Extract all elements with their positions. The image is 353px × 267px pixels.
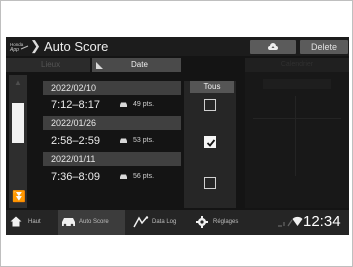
- scroll-down-icon[interactable]: ⏬: [12, 191, 26, 203]
- entry-date: 2022/01/11: [51, 154, 96, 164]
- entry-time: 2:58–2:59: [51, 135, 100, 147]
- divider: [295, 96, 296, 176]
- wifi-icon: [292, 216, 303, 226]
- upload-button[interactable]: [250, 40, 296, 54]
- check-icon: [206, 139, 216, 147]
- list-item[interactable]: 7:36–8:09 56 pts.: [43, 167, 181, 187]
- svg-text:App: App: [9, 47, 19, 53]
- tab-date[interactable]: Date: [92, 58, 181, 72]
- cloud-upload-icon: [268, 43, 278, 50]
- entry-score: 56 pts.: [133, 173, 155, 180]
- list-item[interactable]: 2:58–2:59 53 pts.: [43, 131, 181, 151]
- page-title: Auto Score: [44, 39, 109, 54]
- divider: [253, 118, 341, 119]
- nav-item-data-log[interactable]: Data Log: [128, 210, 186, 235]
- tab-lieux-label: Lieux: [41, 60, 61, 69]
- calendar-header: Calendrier: [245, 58, 349, 72]
- app-logo-icon: Honda App: [9, 42, 29, 53]
- data-log-icon: [133, 216, 149, 228]
- select-all-button[interactable]: Tous: [190, 81, 234, 93]
- scroll-up-icon[interactable]: ▲: [13, 79, 23, 87]
- bottom-nav: Haut Auto Score Data Log Réglages 12:34: [6, 210, 349, 235]
- list-scrollbar[interactable]: ▲ ⏬: [9, 75, 27, 208]
- tab-lieux[interactable]: Lieux: [6, 58, 90, 72]
- nav-item-auto-score[interactable]: Auto Score: [58, 210, 125, 235]
- date-header: 2022/01/26: [43, 116, 181, 130]
- nav-item-reglages[interactable]: Réglages: [191, 210, 251, 235]
- nav-label: Auto Score: [79, 219, 109, 225]
- entry-time: 7:12–8:17: [51, 99, 100, 111]
- nav-item-haut[interactable]: Haut: [6, 210, 46, 235]
- car-icon: [120, 138, 127, 143]
- page-frame: Honda App ❯ Auto Score Delete Lieux Date: [0, 0, 353, 267]
- nav-label: Data Log: [152, 219, 177, 225]
- delete-button[interactable]: Delete: [300, 40, 348, 54]
- date-header: 2022/02/10: [43, 81, 181, 95]
- car-icon: [120, 102, 127, 107]
- scroll-thumb[interactable]: [12, 103, 24, 143]
- signal-icon: [278, 219, 293, 227]
- list-item[interactable]: 7:12–8:17 49 pts.: [43, 95, 181, 115]
- nav-label: Haut: [28, 219, 41, 225]
- entry-date: 2022/02/10: [51, 83, 97, 93]
- tab-date-label: Date: [131, 60, 148, 69]
- car-icon: [62, 218, 75, 227]
- calendar-panel: Calendrier: [245, 58, 349, 208]
- entry-date: 2022/01/26: [51, 118, 97, 128]
- sort-indicator-icon: [96, 62, 103, 69]
- home-icon: [10, 216, 22, 227]
- entry-score: 53 pts.: [133, 137, 155, 144]
- date-header: 2022/01/11: [43, 152, 181, 166]
- chevron-right-icon[interactable]: ❯: [30, 38, 41, 54]
- clock: 12:34: [303, 213, 341, 230]
- car-icon: [120, 174, 127, 179]
- entry-time: 7:36–8:09: [51, 171, 100, 183]
- calendar-bar: [263, 79, 331, 89]
- entry-score: 49 pts.: [133, 101, 155, 108]
- title-bar: Honda App ❯ Auto Score Delete: [6, 37, 349, 56]
- entry-checkbox[interactable]: [204, 99, 216, 111]
- entry-checkbox[interactable]: [204, 136, 216, 148]
- gear-icon: [196, 216, 208, 228]
- nav-label: Réglages: [213, 219, 239, 225]
- head-unit-screen: Honda App ❯ Auto Score Delete Lieux Date: [6, 37, 349, 235]
- entry-checkbox[interactable]: [204, 177, 216, 189]
